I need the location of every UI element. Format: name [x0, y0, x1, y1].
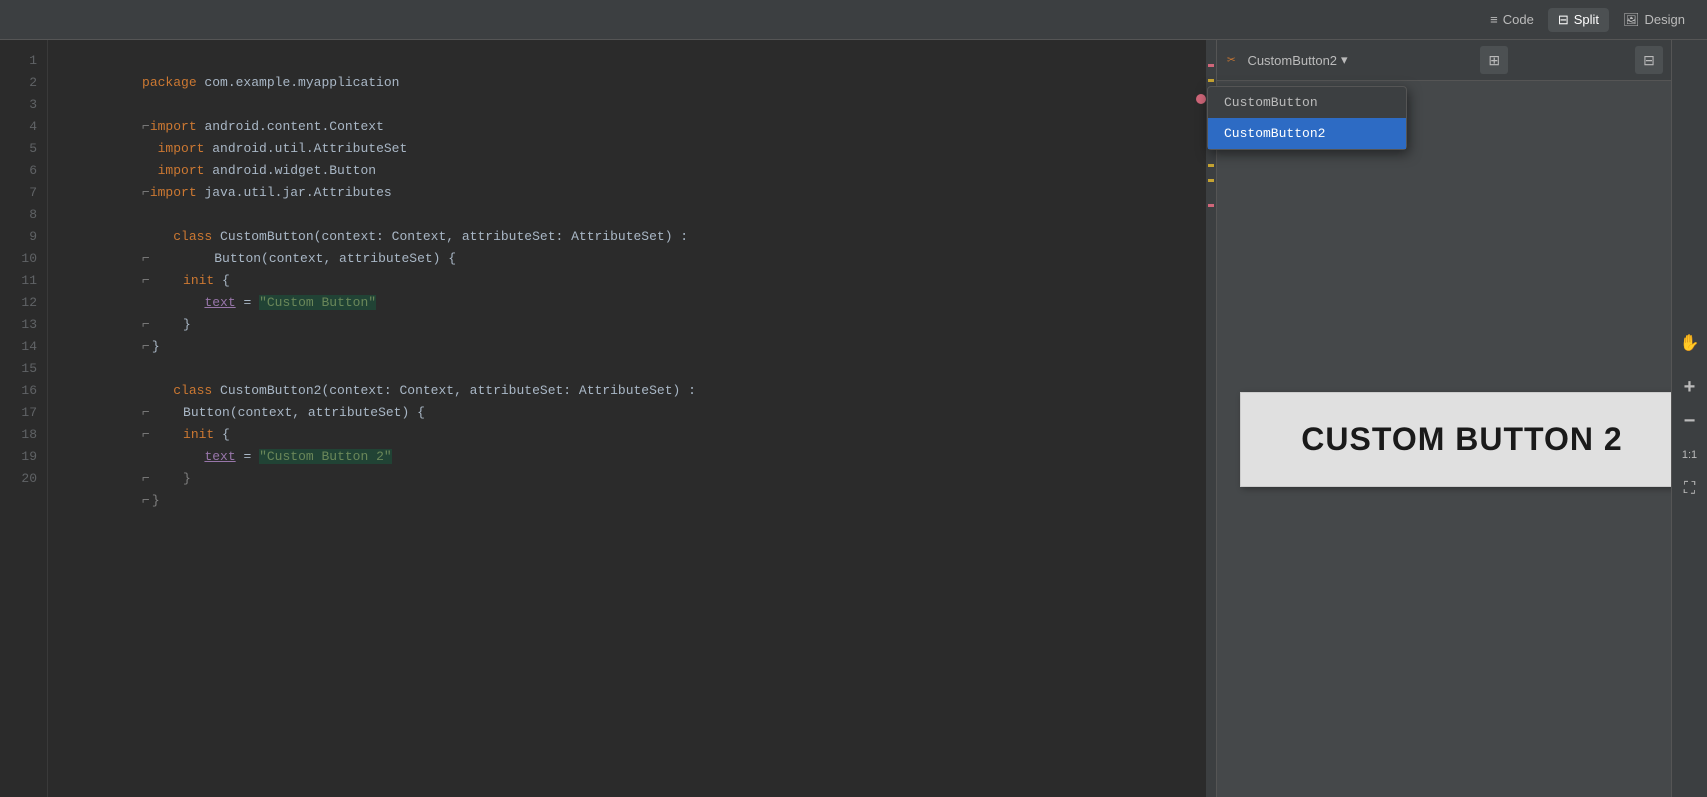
line-19: 19 — [0, 446, 47, 468]
line-18: 18 — [0, 424, 47, 446]
code-line-13: ⌐} — [64, 314, 1216, 336]
code-line-8: class CustomButton(context: Context, att… — [64, 204, 1216, 226]
line-9: 9 — [0, 226, 47, 248]
line-17: 17 — [0, 402, 47, 424]
error-scroll-mark-3 — [1208, 204, 1214, 207]
scrollbar-panel[interactable] — [1206, 40, 1216, 797]
line-3: 3 — [0, 94, 47, 116]
code-editor[interactable]: 1 2 3 4 5 6 7 8 9 10 11 12 13 14 15 16 1… — [0, 40, 1216, 797]
hand-icon: ✋ — [1680, 333, 1700, 353]
line-16: 16 — [0, 380, 47, 402]
preview-button-text: CUSTOM BUTTON 2 — [1301, 421, 1622, 457]
line-numbers: 1 2 3 4 5 6 7 8 9 10 11 12 13 14 15 16 1… — [0, 40, 48, 797]
line-1: 1 — [0, 50, 47, 72]
zoom-out-icon: − — [1684, 410, 1696, 433]
grid-button-2[interactable]: ⊟ — [1635, 46, 1663, 74]
code-line-15: class CustomButton2(context: Context, at… — [64, 358, 1216, 380]
line-7: 7 — [0, 182, 47, 204]
preview-area: CUSTOM BUTTON 2 — [1217, 81, 1707, 797]
design-icon: 🖼 — [1623, 12, 1640, 28]
warn-scroll-mark-4 — [1208, 179, 1214, 182]
line-15: 15 — [0, 358, 47, 380]
ratio-label: 1:1 — [1682, 449, 1697, 461]
line-20: 20 — [0, 468, 47, 490]
line-13: 13 — [0, 314, 47, 336]
component-icon: ✂ — [1227, 52, 1235, 69]
code-line-3: ⌐import android.content.Context — [64, 94, 1216, 116]
component-dropdown-button[interactable]: CustomButton2 ▾ — [1241, 50, 1353, 70]
split-label: Split — [1574, 12, 1599, 27]
warn-scroll-mark-3 — [1208, 164, 1214, 167]
code-line-20: ⌐} — [64, 468, 1216, 490]
code-content[interactable]: package com.example.myapplication ⌐impor… — [48, 40, 1216, 797]
line-6: 6 — [0, 160, 47, 182]
dropdown-item-custombtn2[interactable]: CustomButton2 — [1208, 118, 1406, 149]
dropdown-item-custombtn[interactable]: CustomButton — [1208, 87, 1406, 118]
code-view-button[interactable]: ≡ Code — [1480, 8, 1544, 31]
line-2: 2 — [0, 72, 47, 94]
component-dropdown: CustomButton CustomButton2 — [1207, 86, 1407, 150]
error-scroll-mark — [1208, 64, 1214, 67]
component-selector-bar: ✂ CustomButton2 ▾ ⊞ ⊟ ℹ — [1217, 40, 1707, 81]
grid-icon-1: ⊞ — [1488, 52, 1500, 69]
zoom-in-button[interactable]: + — [1675, 372, 1705, 402]
grid-icon-2: ⊟ — [1643, 52, 1655, 69]
line-8: 8 — [0, 204, 47, 226]
code-line-14 — [64, 336, 1216, 358]
ratio-button[interactable]: 1:1 — [1675, 440, 1705, 470]
code-icon: ≡ — [1490, 12, 1498, 27]
code-line-18: text = "Custom Button 2" — [64, 424, 1216, 446]
code-panel: 1 2 3 4 5 6 7 8 9 10 11 12 13 14 15 16 1… — [0, 40, 1217, 797]
split-view-button[interactable]: ⊟ Split — [1548, 8, 1609, 32]
main-content: 1 2 3 4 5 6 7 8 9 10 11 12 13 14 15 16 1… — [0, 40, 1707, 797]
hand-tool-button[interactable]: ✋ — [1675, 328, 1705, 358]
warn-scroll-mark-1 — [1208, 79, 1214, 82]
component-name-label: CustomButton2 — [1247, 53, 1337, 68]
dropdown-arrow-icon: ▾ — [1341, 52, 1348, 68]
design-panel: ✂ CustomButton2 ▾ ⊞ ⊟ ℹ CustomButton Cus… — [1217, 40, 1707, 797]
code-label: Code — [1503, 12, 1534, 27]
grid-button-1[interactable]: ⊞ — [1480, 46, 1508, 74]
code-line-11: text = "Custom Button" — [64, 270, 1216, 292]
zoom-out-button[interactable]: − — [1675, 406, 1705, 436]
top-toolbar: ≡ Code ⊟ Split 🖼 Design — [0, 0, 1707, 40]
frame-icon: ⛶ — [1684, 480, 1695, 498]
zoom-in-icon: + — [1684, 376, 1696, 399]
line-10: 10 — [0, 248, 47, 270]
design-view-button[interactable]: 🖼 Design — [1613, 8, 1695, 32]
code-line-1: package com.example.myapplication — [64, 50, 1216, 72]
design-label: Design — [1645, 12, 1685, 27]
line-4: 4 — [0, 116, 47, 138]
split-icon: ⊟ — [1558, 12, 1569, 28]
frame-button[interactable]: ⛶ — [1675, 474, 1705, 504]
line-14: 14 — [0, 336, 47, 358]
side-tools: ✋ + − 1:1 ⛶ — [1671, 40, 1707, 797]
line-12: 12 — [0, 292, 47, 314]
line-5: 5 — [0, 138, 47, 160]
preview-button: CUSTOM BUTTON 2 — [1240, 392, 1683, 487]
line-11: 11 — [0, 270, 47, 292]
